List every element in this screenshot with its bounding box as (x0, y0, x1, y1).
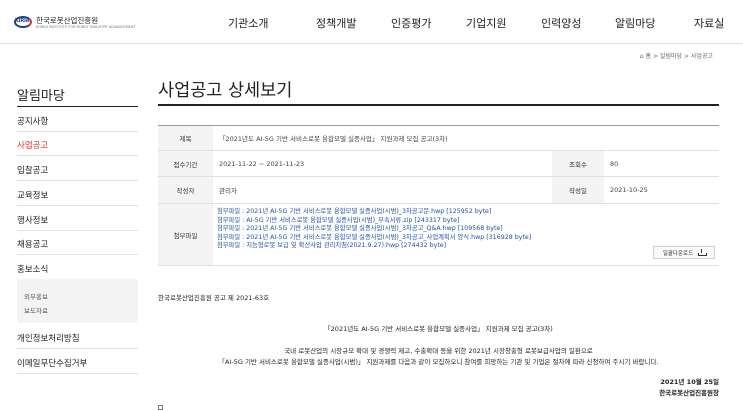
logo-mark: KIRIA (14, 14, 32, 30)
page-title-divider (158, 104, 719, 106)
sidebar-item-privacy[interactable]: 개인정보처리방침 (17, 332, 138, 344)
sidebar-subitem-press[interactable]: 보도자료 (24, 305, 48, 315)
breadcrumb-level2[interactable]: 사업공고 (691, 53, 713, 60)
table-row: 제목 「2021년도 AI-5G 기반 서비스로봇 융합모델 실증사업」 지원과… (158, 126, 719, 151)
nav-item-certification[interactable]: 인증평가 (391, 15, 431, 31)
sidebar-item-pr[interactable]: 홍보소식 (17, 263, 138, 275)
notice-number: 한국로봇산업진흥원 공고 제 2021-63호 (158, 294, 270, 302)
home-icon[interactable]: ⌂ (640, 53, 644, 60)
attachment-link[interactable]: 첨부파일 : 2021년 AI-5G 기반 서비스로봇 융합모델 실증사업(시범… (217, 225, 531, 234)
nav-item-archive[interactable]: 자료실 (694, 15, 724, 31)
breadcrumb: ⌂ 홈 > 알림마당 > 사업공고 (639, 53, 713, 60)
sidebar-item-notices[interactable]: 공지사항 (17, 115, 138, 127)
table-row: 첨부파일 첨부파일 : 2021년 AI-5G 기반 서비스로봇 융합모델 실증… (158, 204, 719, 266)
attachment-link[interactable]: 첨부파일 : 지능형로봇 보급 및 확산사업 관리지침(2021.9.27).h… (217, 242, 531, 251)
download-icon (698, 249, 708, 256)
sidebar-item-bids[interactable]: 입찰공고 (17, 164, 138, 176)
author-label: 작성자 (158, 177, 213, 203)
sidebar-item-education[interactable]: 교육정보 (17, 189, 138, 201)
sidebar-subitem-external-pr[interactable]: 외부홍보 (24, 291, 48, 301)
notice-date: 2021년 10월 25일 (660, 378, 719, 386)
breadcrumb-home[interactable]: 홈 (646, 53, 652, 60)
table-row: 접수기간 2021-11-22 ~ 2021-11-23 조회수 80 (158, 151, 719, 177)
views-value: 80 (610, 159, 619, 168)
nav-item-policy[interactable]: 정책개발 (316, 15, 356, 31)
attachment-list: 첨부파일 : 2021년 AI-5G 기반 서비스로봇 융합모델 실증사업(시범… (217, 208, 531, 251)
sidebar-title-divider (17, 106, 138, 107)
notice-org: 한국로봇산업진흥원장 (659, 389, 719, 397)
notice-title: 「2021년도 AI-5G 기반 서비스로봇 융합모델 실증사업」 지원과제 모… (324, 325, 553, 333)
breadcrumb-level1[interactable]: 알림마당 (660, 53, 682, 60)
sidebar-item-business-notice[interactable]: 사업공고 (17, 139, 138, 151)
author-value: 관리자 (219, 187, 237, 195)
table-row: 작성자 관리자 작성일 2021-10-25 (158, 177, 719, 204)
sidebar-item-email-policy[interactable]: 이메일무단수집거부 (17, 357, 138, 369)
section-marker-icon (158, 405, 163, 410)
notice-paragraph-line1: 국내 로봇산업의 시장규모 확대 및 경쟁력 제고, 수출확대 등을 위한 20… (284, 347, 593, 355)
sidebar-submenu: 외부홍보 보도자료 (17, 279, 138, 323)
page-title: 사업공고 상세보기 (158, 81, 293, 101)
site-header: KIRIA 한국로봇산업진흥원 KOREA INSTITUTE FOR ROBO… (0, 0, 743, 44)
detail-table: 제목 「2021년도 AI-5G 기반 서비스로봇 융합모델 실증사업」 지원과… (158, 125, 719, 266)
files-label: 첨부파일 (158, 204, 213, 265)
nav-item-business-support[interactable]: 기업지원 (466, 15, 506, 31)
period-value: 2021-11-22 ~ 2021-11-23 (219, 159, 305, 168)
download-all-button[interactable]: 일괄다운로드 (653, 246, 715, 259)
logo-text: 한국로봇산업진흥원 (36, 15, 99, 25)
title-label: 제목 (158, 126, 213, 150)
sidebar-item-events[interactable]: 행사정보 (17, 214, 138, 226)
nav-item-about[interactable]: 기관소개 (228, 15, 268, 31)
views-label: 조회수 (552, 151, 604, 176)
logo-subtitle: KOREA INSTITUTE FOR ROBOT INDUSTRY ADVAN… (36, 24, 136, 29)
attachment-link[interactable]: 첨부파일 : 2021년 AI-5G 기반 서비스로봇 융합모델 실증사업(시범… (217, 208, 531, 217)
nav-item-training[interactable]: 인력양성 (541, 15, 581, 31)
attachment-link[interactable]: 첨부파일 : AI-5G 기반 서비스로봇 융합모델 실증사업(시범)_부속서류… (217, 217, 531, 226)
date-value: 2021-10-25 (610, 186, 648, 194)
date-label: 작성일 (552, 177, 604, 203)
nav-item-notice[interactable]: 알림마당 (615, 15, 655, 31)
period-label: 접수기간 (158, 151, 213, 176)
sidebar-title: 알림마당 (17, 89, 65, 104)
notice-paragraph-line2: 「AI-5G 기반 서비스로봇 융합모델 실증사업(시범)」 지원과제를 다음과… (218, 358, 659, 366)
sidebar-item-recruit[interactable]: 채용공고 (17, 238, 138, 250)
title-value: 「2021년도 AI-5G 기반 서비스로봇 융합모델 실증사업」 지원과제 모… (219, 135, 448, 143)
site-logo[interactable]: KIRIA 한국로봇산업진흥원 KOREA INSTITUTE FOR ROBO… (14, 14, 136, 30)
